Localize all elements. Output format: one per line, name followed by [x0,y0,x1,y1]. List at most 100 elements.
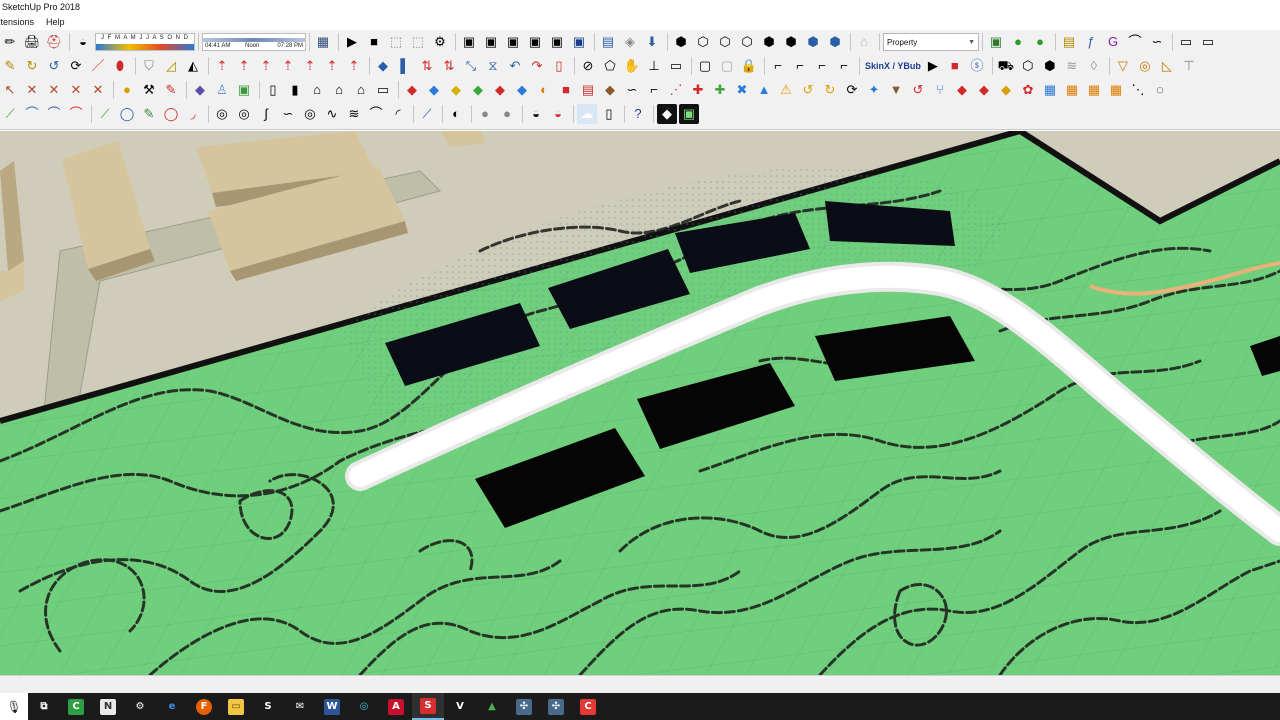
download-icon[interactable]: ⬇ [642,32,662,52]
corner-icon[interactable]: ⌐ [644,80,664,100]
hook-icon[interactable]: ∽ [278,104,298,124]
window2-icon[interactable]: ▢ [717,56,737,76]
spiral2-icon[interactable]: ◎ [234,104,254,124]
profile-4-icon[interactable]: ⌐ [834,56,854,76]
tag-icon[interactable]: ◊ [1084,56,1104,76]
arc-red-icon[interactable]: ⌒ [66,104,86,124]
shape-blue-icon[interactable]: ◆ [424,80,444,100]
branch-icon[interactable]: ⑂ [930,80,950,100]
camtasia-icon[interactable]: C [60,693,92,720]
grid2-icon[interactable]: ▦ [1062,80,1082,100]
settings-icon[interactable]: ⚙ [124,693,156,720]
group4-icon[interactable]: ▣ [547,32,567,52]
shape-red-1-icon[interactable]: ◆ [402,80,422,100]
t-icon[interactable]: ⊤ [1179,56,1199,76]
flower-icon[interactable]: ✿ [1018,80,1038,100]
app-grid-icon[interactable]: ✣ [508,693,540,720]
s-curve-icon[interactable]: ∫ [256,104,276,124]
grid-icon[interactable]: ▦ [1040,80,1060,100]
share-icon[interactable]: ◈ [620,32,640,52]
shield-icon[interactable]: ⛉ [139,56,159,76]
blob2-icon[interactable]: ● [497,104,517,124]
task-view-icon[interactable]: ⧉ [28,693,60,720]
arrows-4-icon[interactable]: ⇡ [278,56,298,76]
spiral-icon[interactable]: ◎ [212,104,232,124]
arrows-6-icon[interactable]: ⇡ [322,56,342,76]
menu-extensions[interactable]: Extensions [0,14,34,30]
file-explorer-icon[interactable]: ▭ [220,693,252,720]
edge-icon[interactable]: e [156,693,188,720]
shadow-time-slider[interactable]: 04:41 AM Noon 07:28 PM [202,33,306,51]
grid4-icon[interactable]: ▦ [1106,80,1126,100]
shadow-date-slider[interactable]: J F M A M J J A S O N D [95,33,195,51]
door-icon[interactable]: ▯ [263,80,283,100]
tray-icon[interactable]: ▭ [373,80,393,100]
stop-icon[interactable]: ■ [364,32,384,52]
cloud-icon[interactable]: ☁ [577,104,597,124]
curl-icon[interactable]: ↺ [798,80,818,100]
microphone-icon[interactable]: 🎙 [0,693,28,720]
camtasia-rec-icon[interactable]: C [572,693,604,720]
shape-red-sq-icon[interactable]: ■ [556,80,576,100]
play-icon[interactable]: ▶ [342,32,362,52]
curve-icon[interactable]: ∽ [1147,32,1167,52]
tape-icon[interactable]: ✏ [0,32,20,52]
car-icon[interactable]: ⛟ [996,56,1016,76]
dark-app-icon[interactable]: ◆ [657,104,677,124]
circle-tool-icon[interactable]: ◯ [117,104,137,124]
star-icon[interactable]: ✦ [864,80,884,100]
word-icon[interactable]: W [316,693,348,720]
diagonal-icon[interactable]: ⤡ [461,56,481,76]
notes-icon[interactable]: ▤ [1059,32,1079,52]
front-view-icon[interactable]: ⬡ [715,32,735,52]
box-icon[interactable]: ▭ [1176,32,1196,52]
arrows-5-icon[interactable]: ⇡ [300,56,320,76]
right-view-icon[interactable]: ⬡ [737,32,757,52]
app-blue-icon[interactable]: ◎ [348,693,380,720]
shell-red-icon[interactable]: ◒ [548,104,568,124]
profile-3-icon[interactable]: ⌐ [812,56,832,76]
ruler-icon[interactable]: ◺ [1157,56,1177,76]
coil-icon[interactable]: ≋ [344,104,364,124]
cube-solid-icon[interactable]: ⬢ [1040,56,1060,76]
swirl-icon[interactable]: ⓢ [967,56,987,76]
wall-icon[interactable]: ▮ [285,80,305,100]
textured-icon[interactable]: ⬢ [825,32,845,52]
arrows-3-icon[interactable]: ⇡ [256,56,276,76]
model-info-icon[interactable]: ⛑ [44,32,64,52]
record-icon[interactable]: ■ [945,56,965,76]
doc-red-icon[interactable]: ▯ [549,56,569,76]
dots-red-icon[interactable]: ⋰ [666,80,686,100]
rotate-icon[interactable]: ⟳ [66,56,86,76]
warehouse-icon[interactable]: ▤ [598,32,618,52]
tools-icon[interactable]: ⚒ [139,80,159,100]
shape-icon[interactable]: ⬠ [600,56,620,76]
shape-red-sq2-icon[interactable]: ▤ [578,80,598,100]
grid3-icon[interactable]: ▦ [1084,80,1104,100]
skinx-plugin-label[interactable]: SkinX / YBub [863,56,923,76]
green-box-icon[interactable]: ▣ [234,80,254,100]
group5-icon[interactable]: ▣ [569,32,589,52]
help-icon[interactable]: ? [628,104,648,124]
iso-view-icon[interactable]: ⬢ [671,32,691,52]
redo-curve-icon[interactable]: ↷ [527,56,547,76]
bar-icon[interactable]: ▌ [395,56,415,76]
store-icon[interactable]: S [252,693,284,720]
circle-red-icon[interactable]: ◯ [161,104,181,124]
shape-blue2-icon[interactable]: ◆ [512,80,532,100]
gear-icon[interactable]: ⚙ [430,32,450,52]
orbit-icon[interactable]: ↻ [22,56,42,76]
g-plugin-icon[interactable]: G [1103,32,1123,52]
terrain-map-icon[interactable]: ▦ [313,32,333,52]
up-down2-icon[interactable]: ⇅ [439,56,459,76]
mail-icon[interactable]: ✉ [284,693,316,720]
house-plan-icon[interactable]: ⌂ [329,80,349,100]
target-icon[interactable]: ◎ [300,104,320,124]
select-cross4-icon[interactable]: ✕ [88,80,108,100]
figure-icon[interactable]: ♙ [212,80,232,100]
terrain-app-icon[interactable]: ▲ [476,693,508,720]
loop-tool-icon[interactable]: ◜ [388,104,408,124]
cube-purple-icon[interactable]: ◆ [190,80,210,100]
curve-red-icon[interactable]: ◞ [183,104,203,124]
line-green-icon[interactable]: ⟋ [0,104,20,124]
